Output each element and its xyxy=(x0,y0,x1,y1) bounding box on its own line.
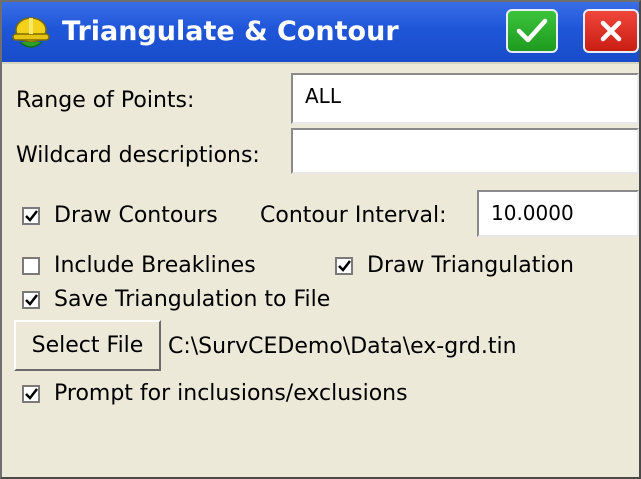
wildcard-descriptions-label: Wildcard descriptions: xyxy=(16,143,260,168)
include-breaklines-label: Include Breaklines xyxy=(54,253,256,278)
draw-contours-option[interactable]: Draw Contours xyxy=(22,203,218,228)
close-button[interactable] xyxy=(583,9,639,53)
draw-contours-label: Draw Contours xyxy=(54,203,218,228)
draw-triangulation-option[interactable]: Draw Triangulation xyxy=(335,253,574,278)
draw-contours-checkbox[interactable] xyxy=(22,206,40,225)
check-icon xyxy=(24,293,38,306)
select-file-button[interactable]: Select File xyxy=(14,320,161,371)
save-triangulation-label: Save Triangulation to File xyxy=(54,287,331,312)
checkmark-icon xyxy=(516,18,548,43)
check-icon xyxy=(337,259,351,272)
include-breaklines-checkbox[interactable] xyxy=(22,256,40,275)
file-path-text: C:\SurvCEDemo\Data\ex-grd.tin xyxy=(168,334,517,359)
prompt-inclusions-label: Prompt for inclusions/exclusions xyxy=(54,381,408,406)
window-title: Triangulate & Contour xyxy=(62,16,399,47)
check-icon xyxy=(24,387,38,400)
contour-interval-input[interactable]: 10.0000 xyxy=(477,190,639,237)
save-triangulation-checkbox[interactable] xyxy=(22,290,40,309)
dialog-window: Triangulate & Contour Range of Points: A… xyxy=(0,0,641,479)
close-icon xyxy=(600,20,622,42)
title-bar: Triangulate & Contour xyxy=(2,2,639,64)
prompt-inclusions-checkbox[interactable] xyxy=(22,384,40,403)
contour-interval-label: Contour Interval: xyxy=(260,203,447,228)
draw-triangulation-label: Draw Triangulation xyxy=(367,253,574,278)
check-icon xyxy=(24,209,38,222)
ok-button[interactable] xyxy=(506,9,558,53)
range-of-points-input[interactable]: ALL xyxy=(291,73,639,124)
draw-triangulation-checkbox[interactable] xyxy=(335,256,353,275)
hardhat-icon xyxy=(12,17,50,48)
range-of-points-label: Range of Points: xyxy=(16,88,195,113)
wildcard-descriptions-input[interactable] xyxy=(291,128,639,174)
include-breaklines-option[interactable]: Include Breaklines xyxy=(22,253,256,278)
prompt-inclusions-option[interactable]: Prompt for inclusions/exclusions xyxy=(22,381,408,406)
save-triangulation-option[interactable]: Save Triangulation to File xyxy=(22,287,330,312)
